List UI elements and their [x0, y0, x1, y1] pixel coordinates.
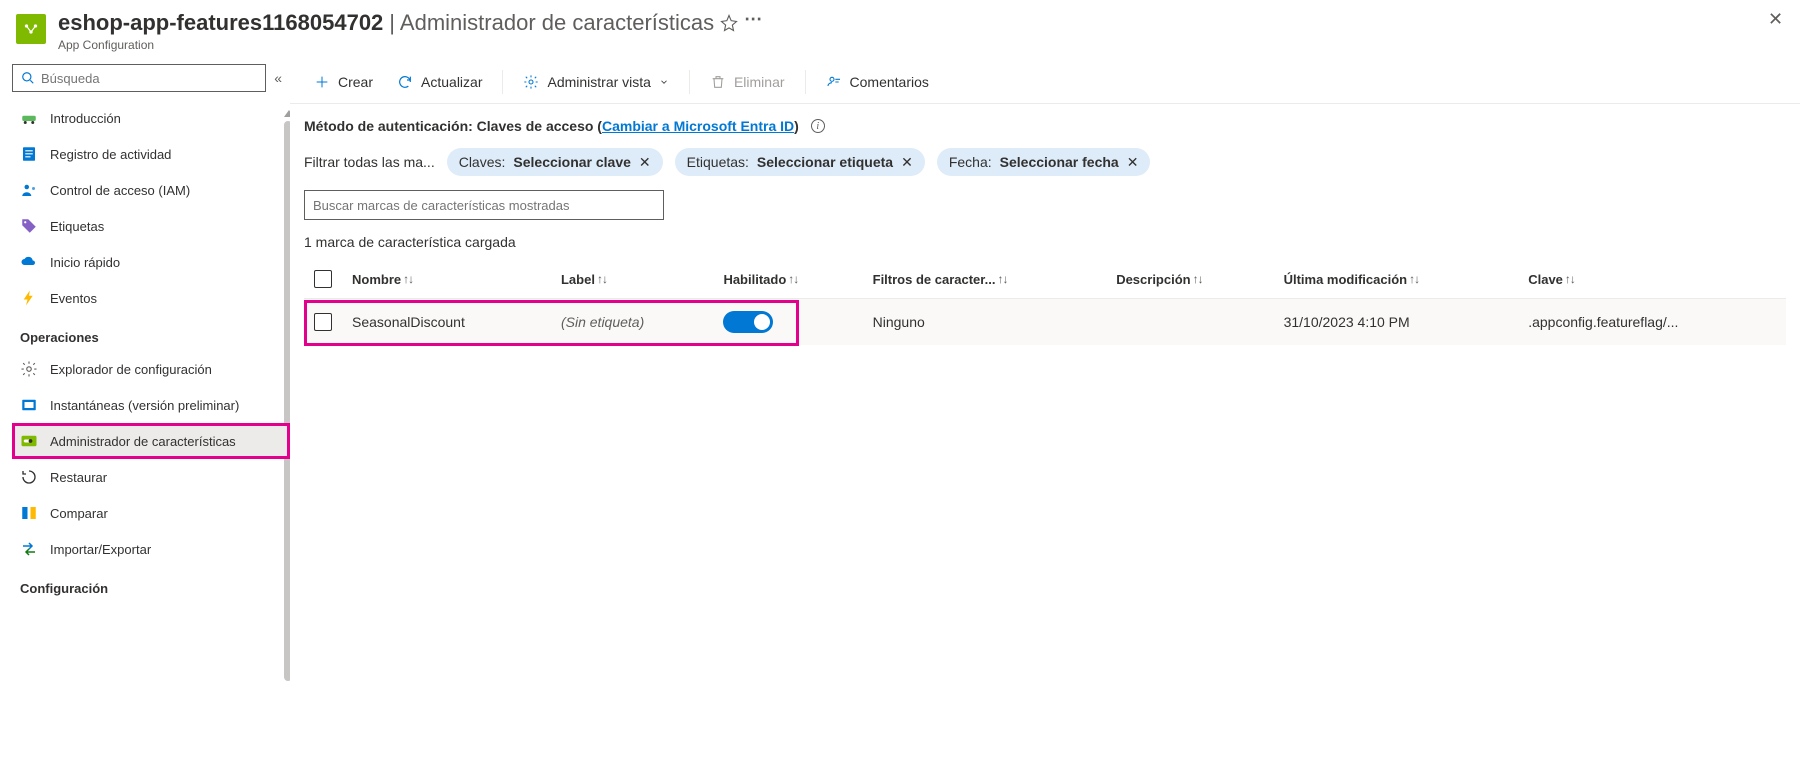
col-habilitado[interactable]: Habilitado ↑↓: [713, 260, 862, 299]
cell-description: [1106, 299, 1273, 346]
import-export-icon: [20, 540, 38, 558]
enabled-toggle[interactable]: [723, 311, 773, 333]
collapse-sidebar-button[interactable]: «: [274, 70, 282, 86]
change-auth-link[interactable]: Cambiar a Microsoft Entra ID: [602, 118, 794, 134]
auth-method-row: Método de autenticación: Claves de acces…: [304, 118, 1786, 134]
filter-row: Filtrar todas las ma... Claves: Seleccio…: [304, 148, 1786, 176]
trash-icon: [710, 74, 726, 90]
sort-icon: ↑↓: [1409, 272, 1419, 286]
resource-type-icon: [16, 14, 46, 44]
snapshot-icon: [20, 396, 38, 414]
sidebar-section-operaciones: Operaciones: [12, 316, 290, 351]
clear-tags-filter-icon[interactable]: ✕: [901, 155, 913, 169]
gear-icon: [20, 360, 38, 378]
resource-subtitle: App Configuration: [58, 38, 1756, 52]
toolbar-separator: [689, 70, 690, 94]
compare-icon: [20, 504, 38, 522]
col-descripcion[interactable]: Descripción ↑↓: [1106, 260, 1273, 299]
create-button[interactable]: Crear: [304, 64, 383, 100]
sidebar-item-eventos[interactable]: Eventos: [12, 280, 290, 316]
search-flags-box[interactable]: [304, 190, 664, 220]
sidebar-item-restaurar[interactable]: Restaurar: [12, 459, 290, 495]
chevron-down-icon: [659, 77, 669, 87]
main-content: Crear Actualizar Administrar vista Elimi…: [290, 60, 1800, 779]
toolbar-separator: [805, 70, 806, 94]
sort-icon: ↑↓: [788, 272, 798, 286]
plus-icon: [314, 74, 330, 90]
cloud-icon: [20, 253, 38, 271]
more-icon[interactable]: ⋯: [744, 10, 762, 28]
sidebar-item-comparar[interactable]: Comparar: [12, 495, 290, 531]
cell-modified: 31/10/2023 4:10 PM: [1274, 299, 1519, 346]
page-header: eshop-app-features1168054702 | Administr…: [0, 0, 1800, 60]
sort-icon: ↑↓: [997, 272, 1007, 286]
clear-keys-filter-icon[interactable]: ✕: [639, 155, 651, 169]
filter-pill-keys[interactable]: Claves: Seleccionar clave ✕: [447, 148, 663, 176]
sidebar-search-input[interactable]: [41, 71, 257, 86]
restore-icon: [20, 468, 38, 486]
comment-icon: [826, 74, 842, 90]
cell-label: (Sin etiqueta): [551, 299, 713, 346]
favorite-star-icon[interactable]: [720, 14, 738, 32]
page-section: Administrador de características: [400, 10, 714, 35]
sort-icon: ↑↓: [403, 272, 413, 286]
sidebar-item-inicio-rapido[interactable]: Inicio rápido: [12, 244, 290, 280]
filter-pill-date[interactable]: Fecha: Seleccionar fecha ✕: [937, 148, 1151, 176]
comments-button[interactable]: Comentarios: [816, 64, 939, 100]
clear-date-filter-icon[interactable]: ✕: [1127, 155, 1139, 169]
sidebar-item-importar-exportar[interactable]: Importar/Exportar: [12, 531, 290, 567]
col-nombre[interactable]: Nombre ↑↓: [342, 260, 551, 299]
refresh-icon: [397, 74, 413, 90]
resource-name: eshop-app-features1168054702: [58, 10, 383, 36]
sidebar-item-iam[interactable]: Control de acceso (IAM): [12, 172, 290, 208]
sidebar-item-instantaneas[interactable]: Instantáneas (versión preliminar): [12, 387, 290, 423]
cell-filters: Ninguno: [863, 299, 1107, 346]
access-icon: [20, 181, 38, 199]
filter-pill-tags[interactable]: Etiquetas: Seleccionar etiqueta ✕: [675, 148, 925, 176]
cell-key: .appconfig.featureflag/...: [1518, 299, 1786, 346]
col-modificacion[interactable]: Última modificación ↑↓: [1274, 260, 1519, 299]
loaded-count: 1 marca de característica cargada: [304, 234, 1786, 250]
delete-button: Eliminar: [700, 64, 795, 100]
sidebar-item-etiquetas[interactable]: Etiquetas: [12, 208, 290, 244]
table-row[interactable]: SeasonalDiscount (Sin etiqueta) Ninguno …: [304, 299, 1786, 346]
refresh-button[interactable]: Actualizar: [387, 64, 492, 100]
tag-icon: [20, 217, 38, 235]
lightning-icon: [20, 289, 38, 307]
search-flags-input[interactable]: [313, 198, 655, 213]
settings-icon: [523, 74, 539, 90]
col-clave[interactable]: Clave ↑↓: [1518, 260, 1786, 299]
feature-icon: [20, 432, 38, 450]
col-filtros[interactable]: Filtros de caracter... ↑↓: [863, 260, 1107, 299]
sort-icon: ↑↓: [597, 272, 607, 286]
info-icon[interactable]: i: [811, 119, 825, 133]
select-all-checkbox[interactable]: [314, 270, 332, 288]
toolbar-separator: [502, 70, 503, 94]
col-label[interactable]: Label ↑↓: [551, 260, 713, 299]
sidebar-item-introduccion[interactable]: Introducción: [12, 100, 290, 136]
sidebar-section-configuracion: Configuración: [12, 567, 290, 602]
log-icon: [20, 145, 38, 163]
sort-icon: ↑↓: [1565, 272, 1575, 286]
sidebar-search-box[interactable]: [12, 64, 266, 92]
feature-flags-table: Nombre ↑↓ Label ↑↓ Habilitado ↑↓ Filtros…: [304, 260, 1786, 345]
sidebar-item-feature-manager[interactable]: Administrador de características: [12, 423, 290, 459]
sidebar-item-explorador[interactable]: Explorador de configuración: [12, 351, 290, 387]
sort-icon: ↑↓: [1193, 272, 1203, 286]
sidebar: « Introducción Registro de actividad: [0, 60, 290, 779]
cell-name: SeasonalDiscount: [342, 299, 551, 346]
manage-view-button[interactable]: Administrar vista: [513, 64, 678, 100]
sidebar-item-registro[interactable]: Registro de actividad: [12, 136, 290, 172]
car-icon: [20, 109, 38, 127]
row-checkbox[interactable]: [314, 313, 332, 331]
filter-label: Filtrar todas las ma...: [304, 154, 435, 170]
toolbar: Crear Actualizar Administrar vista Elimi…: [290, 60, 1800, 104]
close-button[interactable]: ✕: [1768, 10, 1784, 26]
